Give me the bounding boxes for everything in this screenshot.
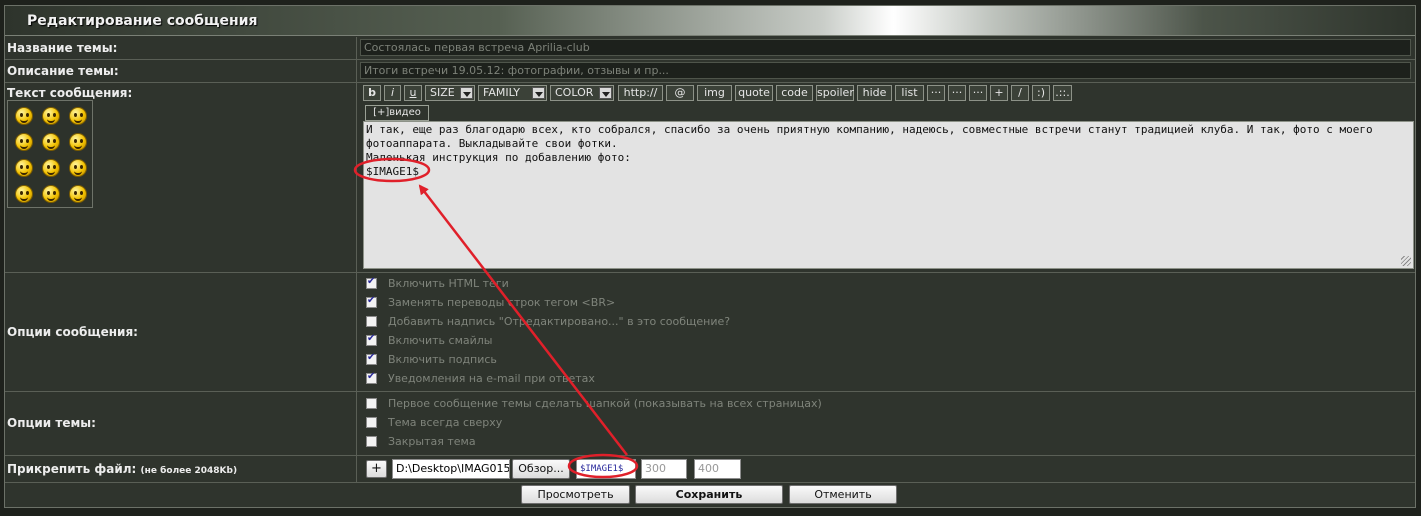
- attach-file-label: Прикрепить файл:: [7, 462, 137, 476]
- cancel-button[interactable]: Отменить: [789, 485, 897, 504]
- video-button[interactable]: [+]видео: [365, 105, 429, 121]
- more-button-1[interactable]: ···: [927, 85, 945, 101]
- smiley-happy-icon[interactable]: [69, 133, 87, 151]
- smiley-angry-icon[interactable]: [15, 107, 33, 125]
- more-button-3[interactable]: ···: [969, 85, 987, 101]
- checkbox[interactable]: [366, 316, 377, 327]
- smiley-smirk-icon[interactable]: [69, 185, 87, 203]
- preview-button[interactable]: Просмотреть: [521, 485, 630, 504]
- smiley-wink-icon[interactable]: [42, 159, 60, 177]
- smiley-laugh-icon[interactable]: [42, 107, 60, 125]
- attach-size-note: (не более 2048Kb): [140, 466, 238, 476]
- checkbox[interactable]: [366, 333, 377, 346]
- form-title: Редактирование сообщения: [27, 13, 258, 29]
- message-text-label: Текст сообщения:: [7, 86, 133, 100]
- form-header: Редактирование сообщения: [5, 6, 1415, 36]
- smiley-blush-icon[interactable]: [42, 133, 60, 151]
- image-height-input[interactable]: 400: [694, 459, 741, 479]
- underline-button[interactable]: u: [404, 85, 422, 101]
- edit-message-form: Редактирование сообщения Название темы: …: [4, 5, 1416, 508]
- smiley-sad-icon[interactable]: [15, 133, 33, 151]
- link-button[interactable]: http://: [618, 85, 663, 101]
- smiley-confused-icon[interactable]: [42, 185, 60, 203]
- topic-description-label: Описание темы:: [7, 64, 119, 78]
- email-button[interactable]: @: [666, 85, 694, 101]
- message-options-row: Опции сообщения: Включить HTML теги Заме…: [5, 273, 1415, 392]
- italic-button[interactable]: i: [384, 85, 401, 101]
- quote-button[interactable]: quote: [735, 85, 773, 101]
- file-path-input[interactable]: D:\Desktop\IMAG0158: [392, 459, 510, 479]
- message-line: И так, еще раз благодарю всех, кто собра…: [366, 123, 1373, 136]
- topic-title-label: Название темы:: [7, 41, 118, 55]
- smiley-tongue-icon[interactable]: [15, 185, 33, 203]
- checkbox[interactable]: [366, 295, 377, 308]
- browse-button[interactable]: Обзор...: [512, 459, 570, 479]
- plus-button[interactable]: +: [990, 85, 1008, 101]
- save-button[interactable]: Сохранить: [635, 485, 783, 504]
- checkbox[interactable]: [366, 436, 377, 447]
- topic-options-label: Опции темы:: [7, 416, 96, 430]
- hide-button[interactable]: hide: [857, 85, 892, 101]
- spoiler-button[interactable]: spoiler: [816, 85, 854, 101]
- smiley-cool-icon[interactable]: [69, 107, 87, 125]
- checkbox[interactable]: [366, 352, 377, 365]
- dots-button[interactable]: .::.: [1053, 85, 1072, 101]
- image-tag-field[interactable]: $IMAGE1$: [576, 459, 636, 479]
- message-line-image-tag: $IMAGE1$: [366, 165, 419, 178]
- bold-button[interactable]: b: [363, 85, 381, 101]
- topic-title-row: Название темы: Состоялась первая встреча…: [5, 37, 1415, 60]
- checkbox[interactable]: [366, 371, 377, 384]
- message-editor-area: b i u SIZE FAMILY COLOR http:// @ img qu…: [358, 83, 1415, 272]
- chevron-down-icon: [599, 87, 612, 99]
- more-button-2[interactable]: ···: [948, 85, 966, 101]
- checkbox[interactable]: [366, 398, 377, 409]
- checkbox[interactable]: [366, 417, 377, 428]
- topic-description-row: Описание темы: Итоги встречи 19.05.12: ф…: [5, 60, 1415, 83]
- chevron-down-icon: [532, 87, 545, 99]
- attach-file-row: Прикрепить файл: (не более 2048Kb) + D:\…: [5, 456, 1415, 483]
- image-width-input[interactable]: 300: [641, 459, 687, 479]
- slash-button[interactable]: /: [1011, 85, 1029, 101]
- size-select[interactable]: SIZE: [425, 85, 475, 101]
- add-file-button[interactable]: +: [366, 460, 387, 478]
- smiley-panel: [7, 100, 93, 208]
- checkbox[interactable]: [366, 276, 377, 289]
- topic-title-input[interactable]: Состоялась первая встреча Aprilia-club: [360, 39, 1411, 56]
- message-line: фотоаппарата. Выкладывайте свои фотки.: [366, 137, 618, 150]
- message-textarea[interactable]: И так, еще раз благодарю всех, кто собра…: [363, 121, 1414, 269]
- topic-options-row: Опции темы: Первое сообщение темы сделат…: [5, 392, 1415, 456]
- chevron-down-icon: [460, 87, 473, 99]
- list-button[interactable]: list: [895, 85, 924, 101]
- topic-description-input[interactable]: Итоги встречи 19.05.12: фотографии, отзы…: [360, 62, 1411, 79]
- smile-button[interactable]: :): [1032, 85, 1050, 101]
- img-button[interactable]: img: [697, 85, 732, 101]
- smiley-surprised-icon[interactable]: [15, 159, 33, 177]
- code-button[interactable]: code: [776, 85, 813, 101]
- color-select[interactable]: COLOR: [550, 85, 614, 101]
- smiley-shocked-icon[interactable]: [69, 159, 87, 177]
- message-options-label: Опции сообщения:: [7, 325, 138, 339]
- message-line: Маленькая инструкция по добавлению фото:: [366, 151, 631, 164]
- message-text-row: Текст сообщения: b i u SIZE FAMILY COLOR…: [5, 83, 1415, 273]
- resize-grip-icon[interactable]: [1401, 256, 1411, 266]
- family-select[interactable]: FAMILY: [478, 85, 547, 101]
